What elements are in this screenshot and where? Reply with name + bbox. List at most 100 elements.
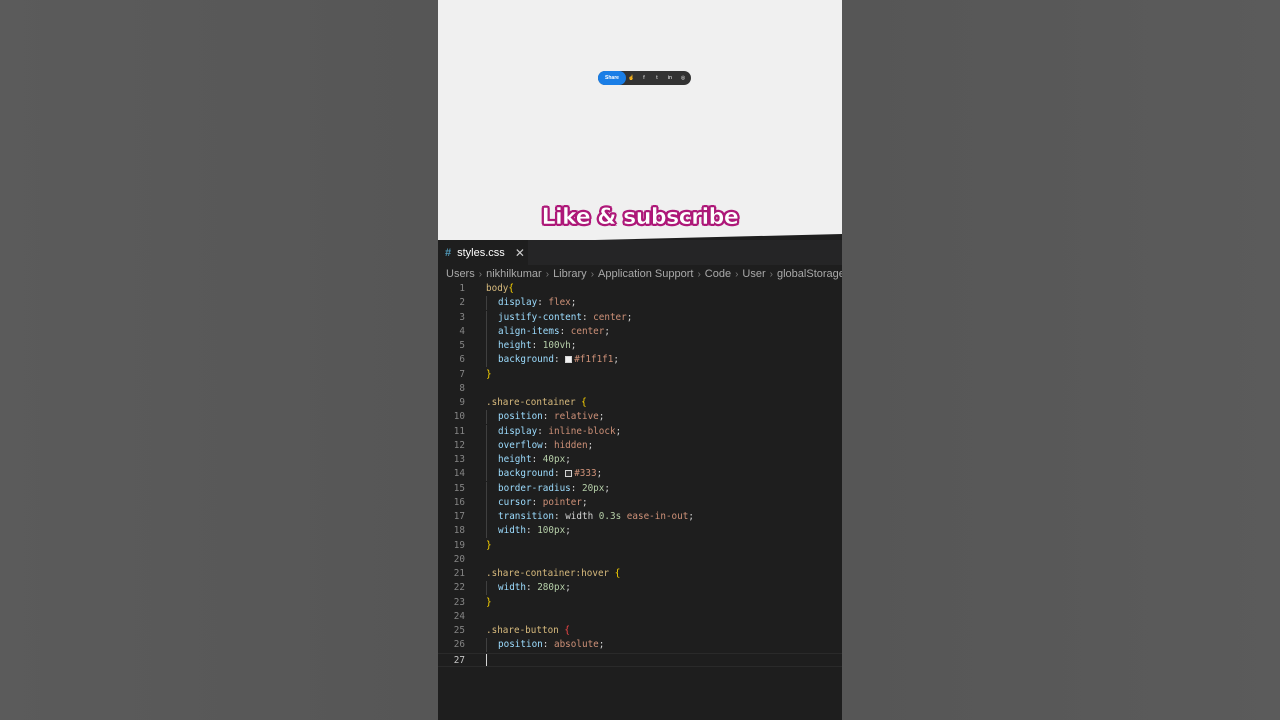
line-text: } [486, 539, 492, 553]
code-token: ; [688, 511, 694, 522]
line-text: width: 100px; [486, 524, 571, 539]
code-token: : [559, 325, 571, 337]
chevron-right-icon: › [735, 268, 739, 280]
code-line: 22 width: 280px; [438, 581, 842, 596]
breadcrumb-item[interactable]: User [742, 268, 765, 280]
code-token: : [531, 454, 543, 465]
code-token: ; [598, 411, 605, 423]
code-token: ; [598, 639, 605, 651]
color-swatch[interactable] [565, 470, 573, 478]
code-token: : [553, 468, 566, 480]
breadcrumb-item[interactable]: globalStorage [777, 268, 842, 280]
code-area[interactable]: 1 body{2 display: flex; 3 justify-content: c… [438, 282, 842, 667]
code-token: border-radius [498, 482, 571, 494]
code-line: 12 overflow: hidden; [438, 438, 842, 453]
indent-guide [486, 481, 498, 496]
editor-tab-bar: # styles.css ✕ [438, 240, 842, 265]
code-line: 4 align-items: center; [438, 324, 842, 339]
share-container[interactable]: Share ☝ f t in ◎ [598, 71, 691, 85]
code-token: : [526, 525, 538, 537]
tab-styles-css[interactable]: # styles.css ✕ [438, 240, 528, 265]
code-token: ; [613, 354, 619, 366]
video-frame: Share ☝ f t in ◎ Like & subscribe # styles.c… [438, 0, 842, 720]
code-token: .share-container:hover [486, 568, 615, 579]
code-token: width [498, 582, 526, 594]
code-token: center [593, 311, 627, 323]
breadcrumb-item[interactable]: Users [446, 268, 475, 280]
video-caption: Like & subscribe [541, 205, 739, 231]
chevron-right-icon: › [590, 268, 595, 280]
cursor-hand-icon: ☝ [628, 75, 635, 81]
breadcrumb-item[interactable]: Code [705, 268, 731, 280]
line-number: 11 [453, 425, 465, 437]
code-token: ; [604, 482, 610, 494]
code-token: } [486, 539, 492, 551]
code-line: 7} [438, 368, 842, 382]
code-token: ; [604, 325, 610, 337]
line-text: justify-content: center; [486, 310, 633, 325]
code-token: pointer [542, 496, 582, 508]
code-token: { [581, 397, 587, 408]
line-number: 21 [453, 568, 465, 579]
code-line: 17 transition: width 0.3s ease-in-out; [438, 510, 842, 524]
breadcrumb-item[interactable]: Library [553, 268, 587, 280]
code-line: 9 .share-container { [438, 396, 842, 410]
line-text: transition: width 0.3s ease-in-out; [486, 510, 694, 524]
indent-guide [486, 410, 498, 425]
code-token: relative [553, 411, 599, 423]
code-line: 10 position: relative; [438, 410, 842, 425]
line-text: cursor: pointer; [486, 495, 588, 510]
code-token: height [498, 454, 532, 465]
code-line: 1 body{ [438, 282, 842, 296]
indent-guide [486, 339, 498, 353]
line-number: 27 [453, 654, 465, 666]
code-token: ; [626, 311, 633, 323]
code-token: { [614, 568, 621, 579]
line-number: 4 [459, 325, 465, 337]
facebook-icon[interactable]: f [641, 75, 647, 81]
code-line: 8 [438, 382, 842, 396]
linkedin-icon[interactable]: in [667, 75, 673, 81]
code-token: { [508, 283, 514, 294]
line-number: 12 [453, 439, 465, 451]
code-token: ; [587, 439, 594, 451]
code-token: : [531, 340, 543, 351]
line-number: 23 [453, 596, 465, 608]
blurred-background-right [842, 0, 1280, 720]
line-number: 15 [453, 482, 465, 494]
twitter-icon[interactable]: t [654, 75, 660, 81]
line-number: 2 [459, 297, 465, 309]
code-token: height [498, 340, 532, 351]
line-number: 26 [453, 639, 465, 651]
code-token: : [537, 425, 549, 437]
line-text: display: inline-block; [486, 424, 622, 439]
code-token: ; [565, 454, 571, 465]
line-text: .share-button { [486, 624, 570, 638]
code-line: 3 justify-content: center; [438, 310, 842, 325]
color-swatch[interactable] [565, 356, 573, 364]
code-token: } [486, 596, 492, 608]
line-number: 24 [453, 610, 465, 622]
line-text: align-items: center; [486, 324, 610, 339]
line-number: 9 [459, 397, 465, 408]
code-line: 18 width: 100px; [438, 524, 842, 539]
code-token: ; [581, 496, 588, 508]
code-token: { [564, 625, 570, 636]
breadcrumb-item[interactable]: nikhilkumar [486, 268, 542, 280]
close-icon[interactable]: ✕ [515, 246, 525, 260]
line-number: 14 [453, 468, 465, 480]
line-number: 7 [459, 368, 465, 380]
indent-guide [486, 453, 498, 467]
line-text: body{ [486, 282, 514, 296]
code-line: 20 [438, 553, 842, 567]
indent-guide [486, 296, 498, 311]
code-token: display [498, 425, 538, 437]
instagram-icon[interactable]: ◎ [680, 75, 686, 81]
breadcrumb-item[interactable]: Application Support [598, 268, 693, 280]
code-token: ; [615, 425, 622, 437]
code-token: 0.3s [598, 511, 622, 522]
share-button[interactable]: Share [598, 71, 626, 85]
code-token: .share-container [486, 397, 582, 408]
code-line: 25 .share-button { [438, 624, 842, 638]
code-token: display [498, 297, 538, 309]
